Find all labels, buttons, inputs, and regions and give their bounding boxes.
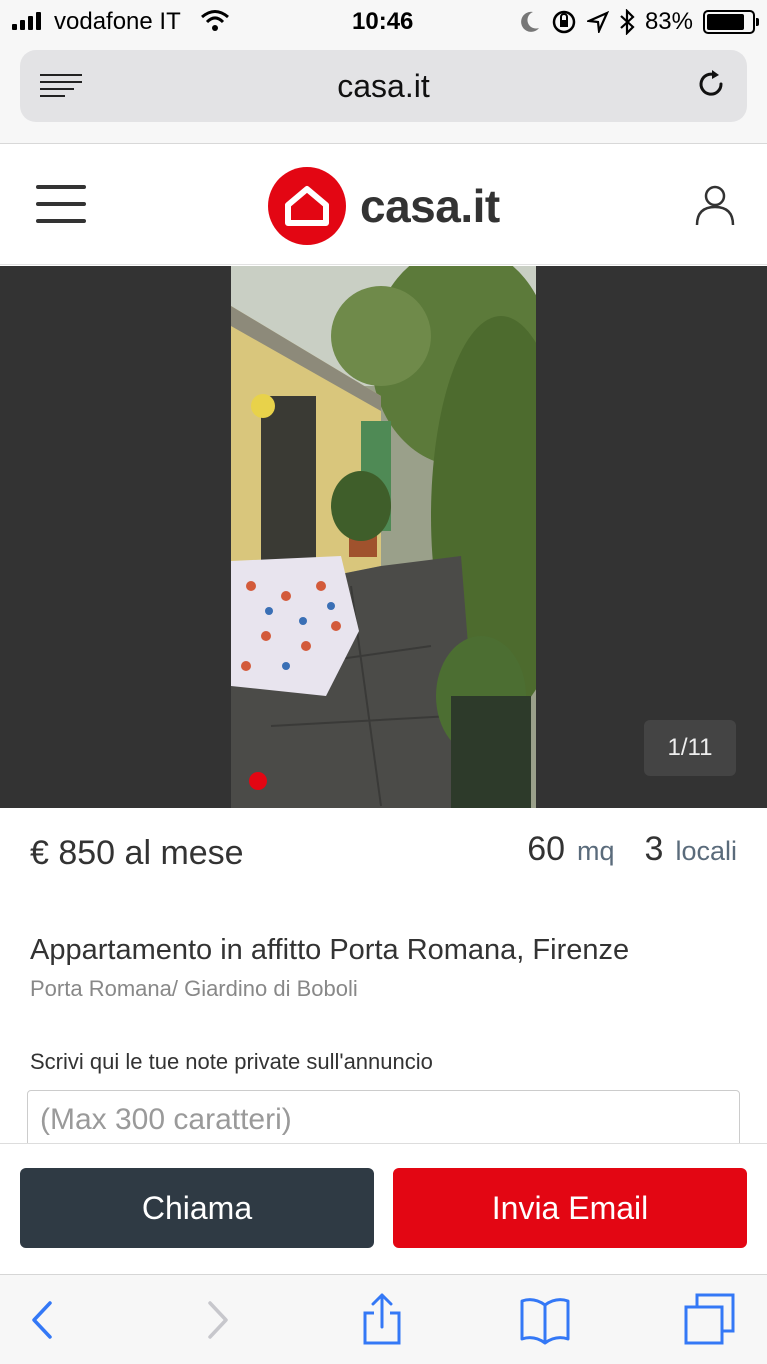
share-icon[interactable] bbox=[355, 1293, 409, 1347]
listing-photo[interactable] bbox=[231, 266, 536, 808]
notes-input[interactable] bbox=[27, 1090, 740, 1150]
notes-label: Scrivi qui le tue note private sull'annu… bbox=[30, 1049, 433, 1074]
call-button[interactable]: Chiama bbox=[20, 1168, 374, 1248]
logo-text: casa.it bbox=[360, 180, 500, 232]
browser-toolbar bbox=[0, 1274, 767, 1364]
url-field[interactable]: casa.it bbox=[20, 50, 747, 122]
browser-address-bar: casa.it bbox=[0, 44, 767, 144]
moon-icon bbox=[521, 11, 539, 32]
house-logo-icon bbox=[268, 167, 346, 245]
photo-counter: 1/11 bbox=[644, 720, 736, 776]
price: € 850 al mese bbox=[30, 834, 244, 872]
battery-fill bbox=[707, 14, 744, 30]
wifi-icon bbox=[201, 10, 229, 31]
site-logo[interactable]: casa.it bbox=[268, 167, 500, 245]
rooms-value: 3 bbox=[644, 830, 664, 868]
location-icon bbox=[586, 11, 609, 33]
user-icon[interactable] bbox=[693, 183, 737, 227]
photo-gallery[interactable]: 1/11 bbox=[0, 266, 767, 808]
battery-percent: 83% bbox=[644, 8, 693, 35]
tabs-icon[interactable] bbox=[683, 1293, 737, 1347]
battery-icon bbox=[703, 10, 759, 34]
forward-icon[interactable] bbox=[190, 1293, 244, 1347]
carrier-name: vodafone IT bbox=[54, 8, 181, 35]
action-bar: Chiama Invia Email bbox=[0, 1143, 767, 1274]
status-right: 83% bbox=[519, 8, 759, 36]
signal-icon bbox=[12, 12, 41, 30]
back-icon[interactable] bbox=[16, 1293, 70, 1347]
reload-icon[interactable] bbox=[693, 66, 729, 102]
price-row: € 850 al mese 60 mq 3 locali bbox=[30, 830, 737, 880]
url-text[interactable]: casa.it bbox=[20, 68, 747, 105]
clock: 10:46 bbox=[352, 8, 414, 35]
bluetooth-icon bbox=[620, 9, 635, 35]
area-value: 60 bbox=[527, 830, 566, 868]
listing-location: Porta Romana/ Giardino di Boboli bbox=[30, 976, 358, 1001]
features: 60 mq 3 locali bbox=[527, 830, 737, 869]
site-header: casa.it bbox=[0, 145, 767, 265]
menu-icon[interactable] bbox=[36, 185, 86, 223]
listing-title: Appartamento in affitto Porta Romana, Fi… bbox=[30, 934, 630, 966]
orientation-lock-icon bbox=[552, 10, 576, 34]
area-unit: mq bbox=[577, 836, 615, 866]
send-email-button[interactable]: Invia Email bbox=[393, 1168, 747, 1248]
bookmarks-icon[interactable] bbox=[518, 1293, 572, 1347]
status-bar: vodafone IT 10:46 83% bbox=[0, 0, 767, 44]
rooms-unit: locali bbox=[675, 836, 737, 866]
